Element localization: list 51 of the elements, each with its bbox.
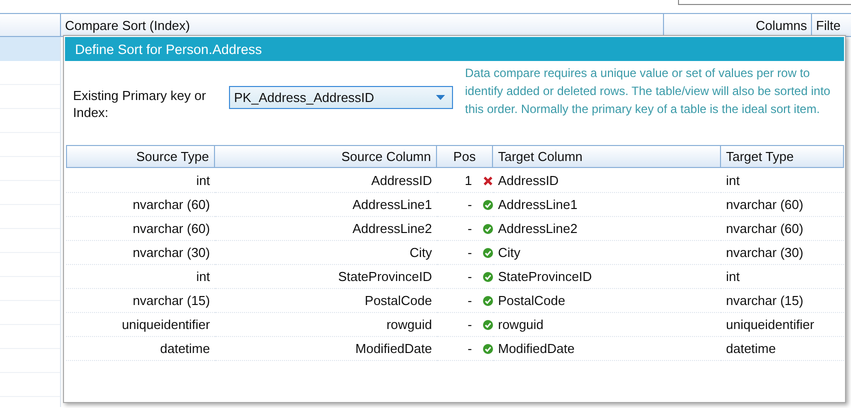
table-cell: -: [468, 269, 472, 284]
caret-icon: [436, 95, 445, 100]
table-cell: StateProvinceID: [215, 265, 437, 289]
table-cell: nvarchar (30): [721, 241, 844, 265]
column-header[interactable]: Source Column: [215, 145, 437, 168]
table-cell: -: [468, 317, 472, 332]
table-cell: AddressID: [493, 169, 721, 193]
table-cell: nvarchar (60): [66, 193, 215, 217]
table-cell: nvarchar (15): [721, 289, 844, 313]
table-cell: nvarchar (30): [66, 241, 215, 265]
table-cell: int: [66, 265, 215, 289]
table-cell: -: [468, 197, 472, 212]
table-cell: PostalCode: [215, 289, 437, 313]
table-cell: AddressLine1: [493, 193, 721, 217]
table-cell: ModifiedDate: [493, 337, 721, 361]
table-cell: uniqueidentifier: [721, 313, 844, 337]
table-cell: nvarchar (60): [721, 217, 844, 241]
table-cell: int: [721, 265, 844, 289]
table-cell: StateProvinceID: [493, 265, 721, 289]
column-header[interactable]: Pos: [437, 145, 493, 168]
table-cell: City: [215, 241, 437, 265]
table-cell: PostalCode: [493, 289, 721, 313]
table-cell: ModifiedDate: [215, 337, 437, 361]
column-header[interactable]: Filte: [812, 14, 851, 36]
index-label: Existing Primary key or Index:: [73, 87, 207, 121]
table-cell: -: [468, 293, 472, 308]
table-cell: City: [493, 241, 721, 265]
table-cell: -: [468, 341, 472, 356]
table-cell: AddressLine2: [215, 217, 437, 241]
table-cell: nvarchar (60): [721, 193, 844, 217]
table-cell: AddressLine1: [215, 193, 437, 217]
table-cell: -: [468, 245, 472, 260]
table-cell: datetime: [66, 337, 215, 361]
table-cell: int: [721, 169, 844, 193]
table-cell: nvarchar (15): [66, 289, 215, 313]
table-cell: nvarchar (60): [66, 217, 215, 241]
table-cell: int: [66, 169, 215, 193]
table-cell: AddressID: [215, 169, 437, 193]
index-dropdown[interactable]: PK_Address_AddressID: [229, 86, 453, 109]
column-header[interactable]: Source Type: [66, 145, 215, 168]
table-cell: uniqueidentifier: [66, 313, 215, 337]
table-cell: rowguid: [493, 313, 721, 337]
table-cell: rowguid: [215, 313, 437, 337]
table-cell: AddressLine2: [493, 217, 721, 241]
table-cell: 1: [464, 173, 472, 188]
dialog-title: Define Sort for Person.Address: [65, 37, 844, 61]
column-header[interactable]: Target Type: [721, 145, 844, 168]
table-cell: -: [468, 221, 472, 236]
table-cell: datetime: [721, 337, 844, 361]
column-header[interactable]: Target Column: [493, 145, 721, 168]
help-text: Data compare requires a unique value or set of values per row to identify added or deleted rows. The table/view will also be sorted into this order. Normally the primary key of a table is the ideal sort item.: [464, 65, 832, 118]
